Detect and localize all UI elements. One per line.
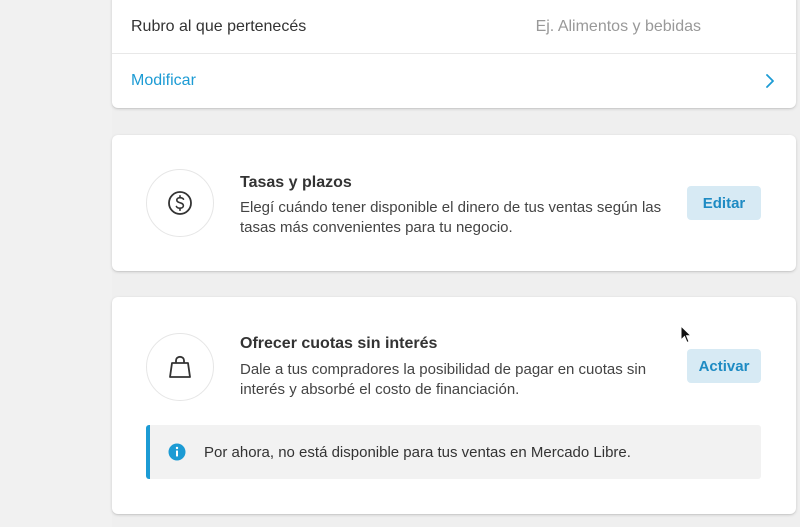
shopping-bag-icon xyxy=(169,355,191,378)
notice-text: Por ahora, no está disponible para tus v… xyxy=(204,443,631,461)
rates-description: Elegí cuándo tener disponible el dinero … xyxy=(240,199,662,236)
business-profile-card: Rubro al que pertenecés Ej. Alimentos y … xyxy=(112,0,796,108)
rubro-label: Rubro al que pertenecés xyxy=(131,17,307,35)
info-icon xyxy=(168,443,186,461)
availability-notice: Por ahora, no está disponible para tus v… xyxy=(146,425,761,479)
rubro-value: Ej. Alimentos y bebidas xyxy=(535,17,701,35)
modify-row[interactable]: Modificar xyxy=(112,54,796,108)
rates-title: Tasas y plazos xyxy=(240,174,352,191)
modify-link[interactable]: Modificar xyxy=(131,72,196,90)
left-background xyxy=(0,0,112,527)
installments-title: Ofrecer cuotas sin interés xyxy=(240,335,438,352)
chevron-right-icon[interactable] xyxy=(764,74,776,88)
rates-card: Tasas y plazos Elegí cuándo tener dispon… xyxy=(112,135,796,271)
installments-icon-circle xyxy=(146,333,214,401)
dollar-coin-icon xyxy=(168,191,192,215)
installments-card: Ofrecer cuotas sin interés Dale a tus co… xyxy=(112,297,796,514)
edit-button[interactable]: Editar xyxy=(687,186,761,220)
mouse-cursor-icon xyxy=(680,325,692,344)
rubro-row: Rubro al que pertenecés Ej. Alimentos y … xyxy=(112,0,796,54)
installments-description: Dale a tus compradores la posibilidad de… xyxy=(240,361,647,398)
rates-icon-circle xyxy=(146,169,214,237)
activate-button[interactable]: Activar xyxy=(687,349,761,383)
